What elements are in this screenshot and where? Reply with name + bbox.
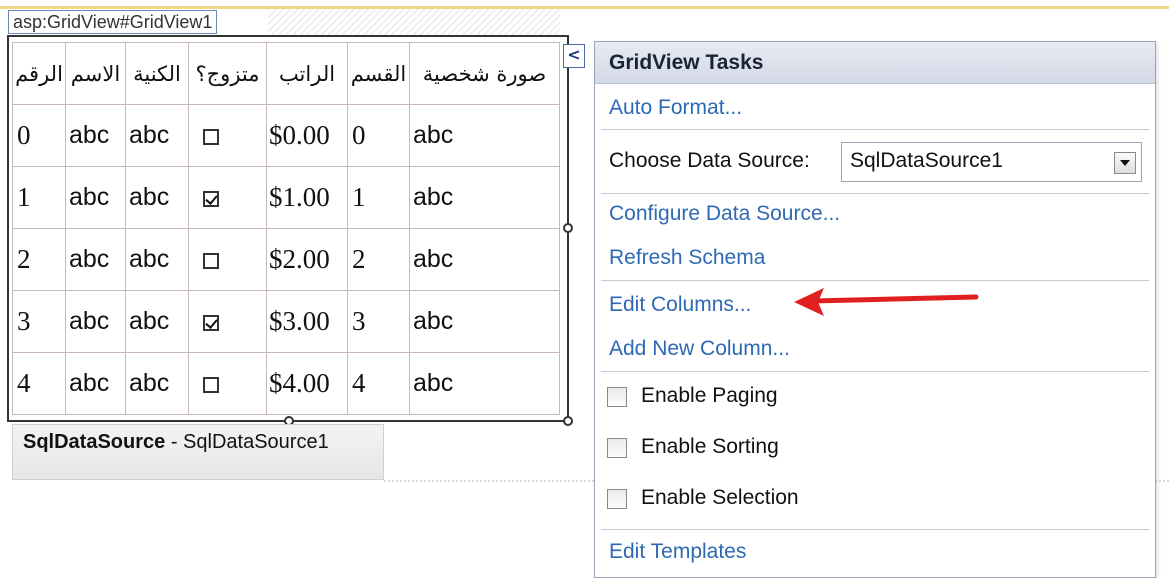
- header-first-name: الاسم: [65, 42, 126, 105]
- cell-salary: $0.00: [266, 104, 348, 167]
- separator: [601, 193, 1149, 194]
- cell-id: 3: [12, 290, 66, 353]
- sqldatasource-type: SqlDataSource: [23, 431, 166, 453]
- table-row: 3 abc abc $3.00 3 abc: [12, 290, 560, 353]
- choose-data-source-label: Choose Data Source:: [609, 149, 810, 172]
- table-row: 4 abc abc $4.00 4 abc: [12, 352, 560, 415]
- top-accent-line: [0, 6, 1169, 9]
- enable-sorting-label[interactable]: Enable Sorting: [641, 435, 779, 459]
- cell-photo: abc: [409, 104, 560, 167]
- cell-department: 3: [347, 290, 410, 353]
- edit-templates-link[interactable]: Edit Templates: [609, 540, 746, 564]
- add-new-column-link[interactable]: Add New Column...: [609, 337, 790, 361]
- married-checkbox: [203, 376, 219, 393]
- header-department: القسم: [347, 42, 410, 105]
- cell-salary: $4.00: [266, 352, 348, 415]
- cell-married: [188, 352, 267, 415]
- cell-photo: abc: [409, 290, 560, 353]
- table-row: 0 abc abc $0.00 0 abc: [12, 104, 560, 167]
- edit-columns-link[interactable]: Edit Columns...: [609, 293, 751, 317]
- cell-married: [188, 104, 267, 167]
- cell-married: [188, 290, 267, 353]
- cell-first-name: abc: [65, 290, 126, 353]
- cell-department: 0: [347, 104, 410, 167]
- table-header-row: الرقم الاسم الكنية متزوج؟ الراتب القسم ص…: [12, 42, 560, 105]
- married-checkbox: [203, 128, 219, 145]
- cell-last-name: abc: [125, 290, 189, 353]
- enable-paging-label[interactable]: Enable Paging: [641, 384, 778, 408]
- cell-id: 2: [12, 228, 66, 291]
- separator: [601, 129, 1149, 130]
- cell-first-name: abc: [65, 228, 126, 291]
- red-arrow-icon: [794, 288, 979, 316]
- separator: [601, 280, 1149, 281]
- separator: [601, 529, 1149, 530]
- data-source-value: SqlDataSource1: [850, 149, 1003, 172]
- header-married: متزوج؟: [188, 42, 267, 105]
- married-checkbox: [203, 190, 219, 207]
- table-row: 1 abc abc $1.00 1 abc: [12, 166, 560, 229]
- designer-tag: asp:GridView#GridView1: [8, 10, 218, 34]
- configure-data-source-link[interactable]: Configure Data Source...: [609, 202, 840, 226]
- cell-first-name: abc: [65, 104, 126, 167]
- married-checkbox: [203, 314, 219, 331]
- enable-paging-checkbox[interactable]: [607, 387, 627, 407]
- dropdown-arrow-icon[interactable]: [1114, 152, 1136, 174]
- dotted-divider: [384, 480, 594, 482]
- collapse-arrow-icon: <: [567, 45, 581, 64]
- cell-last-name: abc: [125, 166, 189, 229]
- cell-last-name: abc: [125, 228, 189, 291]
- cell-first-name: abc: [65, 166, 126, 229]
- cell-department: 2: [347, 228, 410, 291]
- cell-last-name: abc: [125, 104, 189, 167]
- enable-selection-label[interactable]: Enable Selection: [641, 486, 799, 510]
- cell-id: 1: [12, 166, 66, 229]
- sqldatasource-name: SqlDataSource1: [183, 431, 329, 453]
- sqldatasource-control[interactable]: SqlDataSource - SqlDataSource1: [12, 424, 384, 480]
- married-checkbox: [203, 252, 219, 269]
- header-id: الرقم: [12, 42, 66, 105]
- cell-id: 0: [12, 104, 66, 167]
- gridview-table: الرقم الاسم الكنية متزوج؟ الراتب القسم ص…: [12, 42, 560, 415]
- enable-sorting-checkbox[interactable]: [607, 438, 627, 458]
- cell-married: [188, 228, 267, 291]
- cell-id: 4: [12, 352, 66, 415]
- data-source-select[interactable]: SqlDataSource1: [841, 142, 1142, 182]
- cell-married: [188, 166, 267, 229]
- resize-handle-corner[interactable]: [563, 416, 573, 426]
- designer-hatch: [268, 9, 560, 35]
- cell-last-name: abc: [125, 352, 189, 415]
- header-salary: الراتب: [266, 42, 348, 105]
- cell-department: 1: [347, 166, 410, 229]
- cell-salary: $2.00: [266, 228, 348, 291]
- cell-salary: $3.00: [266, 290, 348, 353]
- separator: [601, 371, 1149, 372]
- header-last-name: الكنية: [125, 42, 189, 105]
- cell-department: 4: [347, 352, 410, 415]
- cell-first-name: abc: [65, 352, 126, 415]
- sqldatasource-separator: -: [165, 431, 184, 453]
- auto-format-link[interactable]: Auto Format...: [609, 96, 742, 120]
- resize-handle-right[interactable]: [563, 223, 573, 233]
- cell-photo: abc: [409, 166, 560, 229]
- cell-photo: abc: [409, 228, 560, 291]
- panel-title: GridView Tasks: [595, 42, 1155, 84]
- cell-photo: abc: [409, 352, 560, 415]
- smart-tag-collapse-button[interactable]: <: [563, 44, 585, 68]
- refresh-schema-link[interactable]: Refresh Schema: [609, 246, 765, 270]
- header-photo: صورة شخصية: [409, 42, 560, 105]
- table-row: 2 abc abc $2.00 2 abc: [12, 228, 560, 291]
- cell-salary: $1.00: [266, 166, 348, 229]
- enable-selection-checkbox[interactable]: [607, 489, 627, 509]
